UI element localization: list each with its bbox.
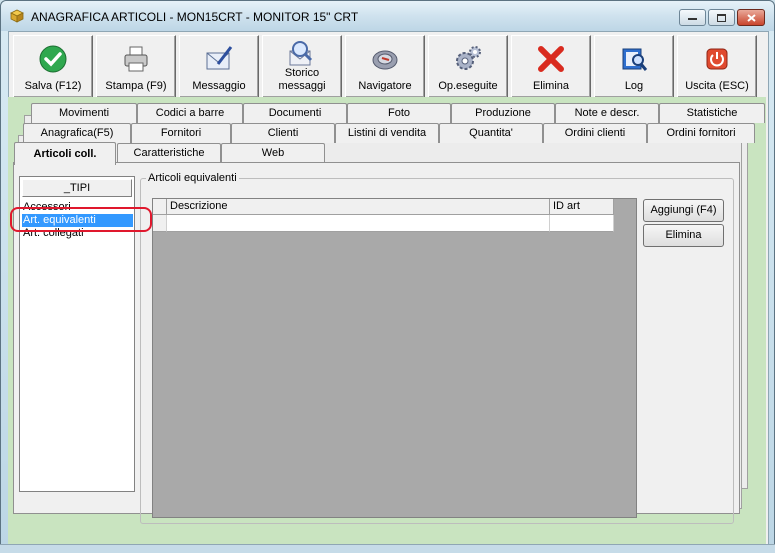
tab-ordini-fornitori[interactable]: Ordini fornitori — [647, 123, 755, 143]
box-app-icon — [10, 9, 24, 23]
navigator-button[interactable]: Navigatore — [345, 35, 425, 98]
message-icon — [206, 46, 233, 70]
equivalent-articles-grid[interactable]: Descrizione ID art — [152, 198, 637, 518]
exit-label: Uscita (ESC) — [685, 80, 749, 92]
tab-documenti[interactable]: Documenti — [243, 103, 347, 123]
delete-toolbar-button[interactable]: Elimina — [511, 35, 591, 98]
log-label: Log — [624, 80, 644, 92]
maximize-icon — [717, 13, 726, 22]
navigator-icon — [372, 50, 398, 70]
tab-anagrafica[interactable]: Anagrafica(F5) — [23, 123, 131, 143]
check-icon — [39, 45, 67, 73]
message-history-label-line2: messaggi — [278, 80, 326, 92]
message-label: Messaggio — [192, 80, 246, 92]
printer-icon — [124, 46, 148, 72]
tab-movimenti[interactable]: Movimenti — [31, 103, 137, 123]
save-label: Salva (F12) — [24, 80, 82, 92]
save-button[interactable]: Salva (F12) — [13, 35, 93, 98]
tab-note-e-descr[interactable]: Note e descr. — [555, 103, 659, 123]
print-label: Stampa (F9) — [105, 80, 167, 92]
operations-button[interactable]: Op.eseguite — [428, 35, 508, 98]
delete-toolbar-label: Elimina — [532, 80, 570, 92]
window-title: ANAGRAFICA ARTICOLI - MON15CRT - MONITOR… — [31, 10, 359, 24]
tab-produzione[interactable]: Produzione — [451, 103, 555, 123]
operations-label: Op.eseguite — [438, 80, 498, 92]
log-button[interactable]: Log — [594, 35, 674, 98]
tab-statistiche[interactable]: Statistiche — [659, 103, 765, 123]
column-header-id-art[interactable]: ID art — [550, 199, 614, 215]
tab-codici-a-barre[interactable]: Codici a barre — [137, 103, 243, 123]
tab-foto[interactable]: Foto — [347, 103, 451, 123]
minimize-button[interactable] — [679, 9, 706, 26]
tab-fornitori[interactable]: Fornitori — [131, 123, 231, 143]
tab-ordini-clienti[interactable]: Ordini clienti — [543, 123, 647, 143]
grid-row-header-corner — [153, 199, 167, 215]
title-bar[interactable]: ANAGRAFICA ARTICOLI - MON15CRT - MONITOR… — [1, 1, 774, 31]
maximize-button[interactable] — [708, 9, 735, 26]
tab-articoli-coll[interactable]: Articoli coll. — [14, 142, 116, 165]
add-button[interactable]: Aggiungi (F4) — [643, 199, 724, 222]
operations-icon — [456, 46, 481, 70]
delete-icon — [538, 46, 564, 72]
message-history-label-line1: Storico — [284, 67, 320, 79]
message-history-button[interactable]: Storico messaggi — [262, 35, 342, 98]
group-title: Articoli equivalenti — [146, 172, 239, 184]
selection-highlight-ring — [10, 207, 152, 232]
message-history-icon — [289, 41, 313, 66]
column-header-descrizione[interactable]: Descrizione — [167, 199, 550, 215]
message-history-label: Storico messaggi — [263, 67, 341, 93]
tab-web[interactable]: Web — [221, 143, 325, 163]
log-icon — [622, 48, 648, 71]
grid-cell-id-art[interactable] — [550, 215, 614, 232]
navigator-label: Navigatore — [358, 80, 412, 92]
tab-quantita[interactable]: Quantita' — [439, 123, 543, 143]
types-list-header[interactable]: _TIPI — [22, 179, 132, 197]
exit-button[interactable]: Uscita (ESC) — [677, 35, 757, 98]
close-icon — [746, 13, 756, 22]
delete-button[interactable]: Elimina — [643, 224, 724, 247]
exit-icon — [706, 48, 728, 70]
tab-listini-di-vendita[interactable]: Listini di vendita — [335, 123, 439, 143]
grid-row-selector[interactable] — [153, 215, 167, 232]
print-button[interactable]: Stampa (F9) — [96, 35, 176, 98]
minimize-icon — [688, 17, 697, 20]
message-button[interactable]: Messaggio — [179, 35, 259, 98]
grid-cell-descrizione[interactable] — [167, 215, 550, 232]
close-button[interactable] — [737, 9, 765, 26]
tab-caratteristiche[interactable]: Caratteristiche — [117, 143, 221, 163]
tab-clienti[interactable]: Clienti — [231, 123, 335, 143]
